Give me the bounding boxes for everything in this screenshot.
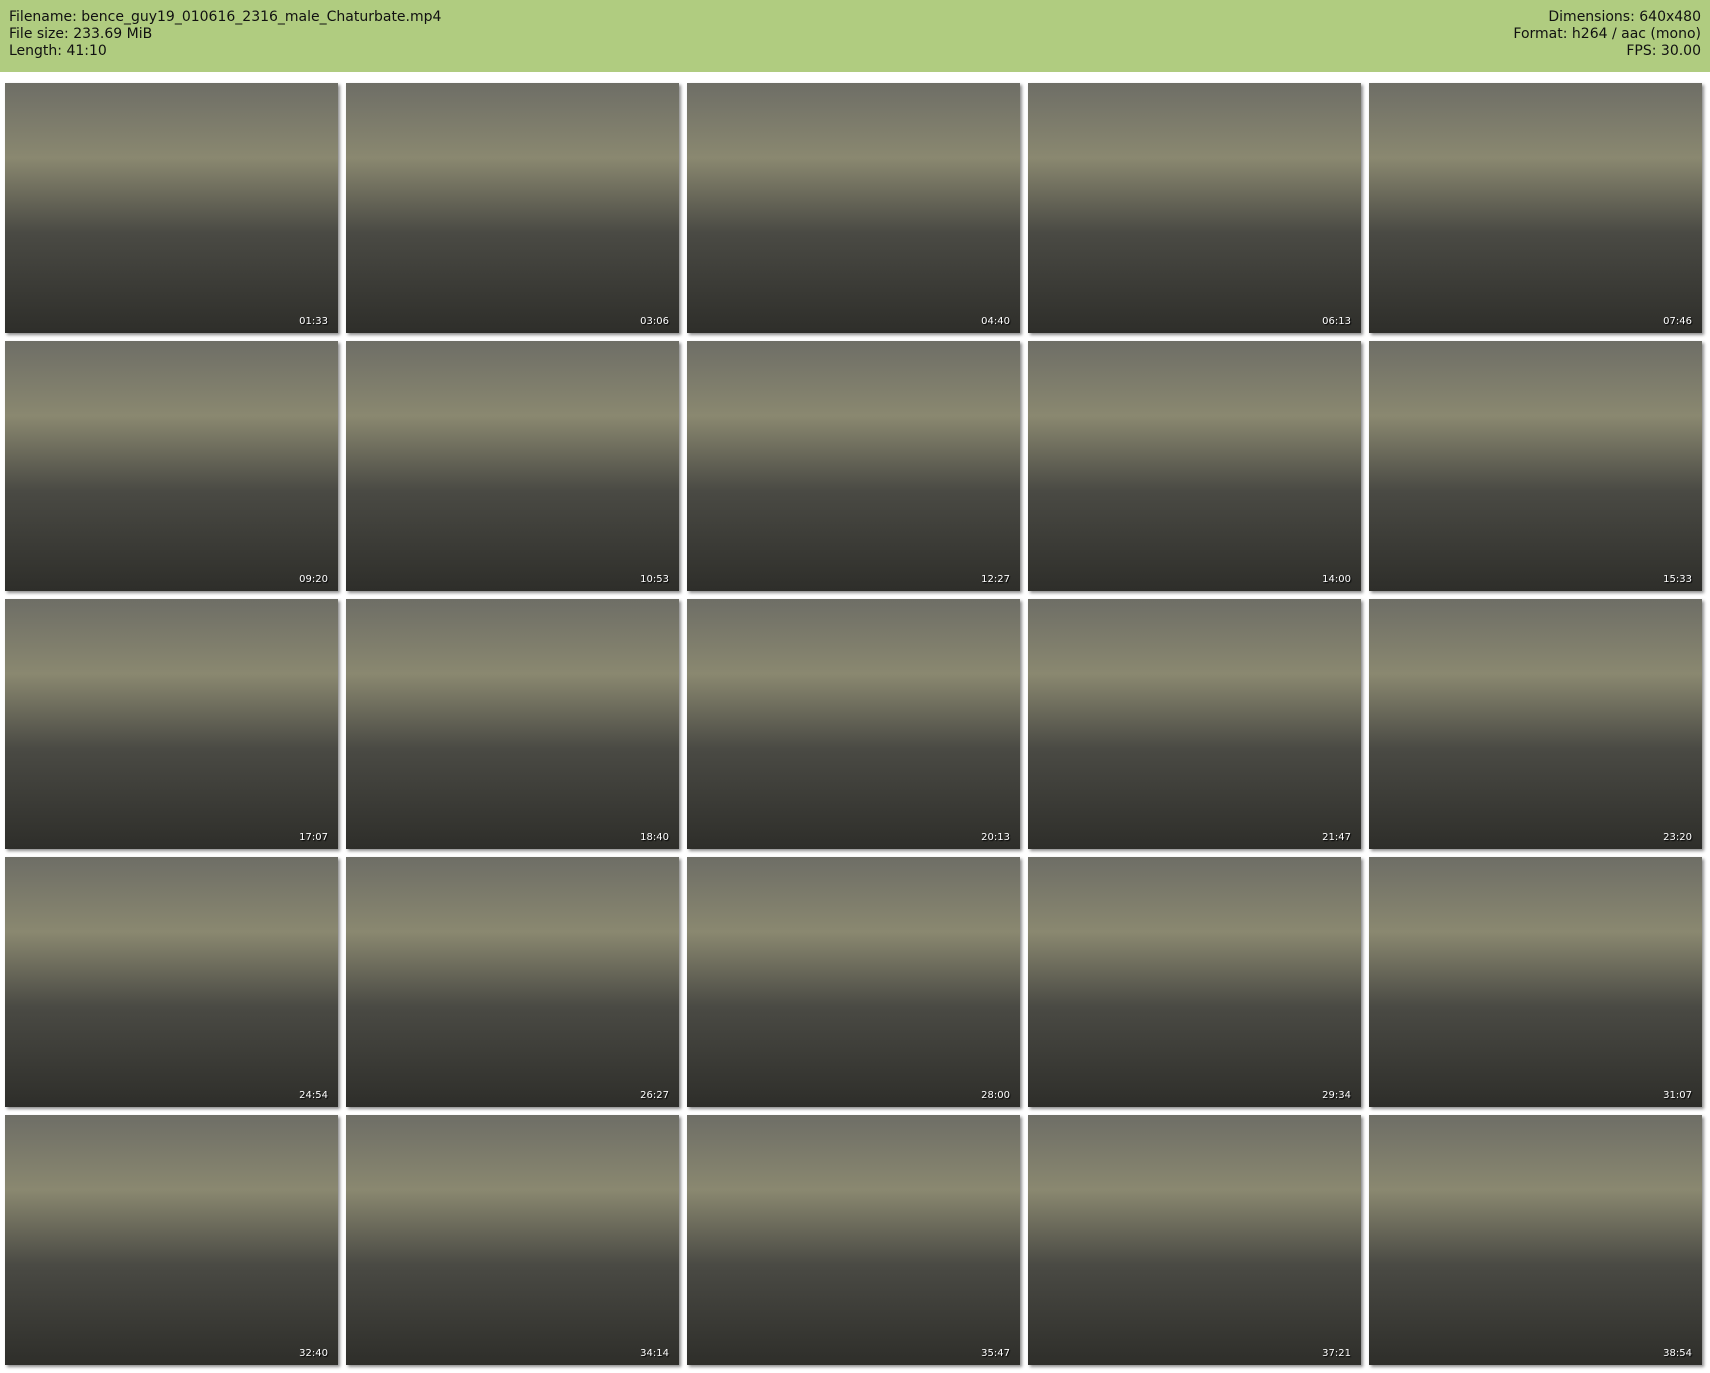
- thumbnail-timestamp: 24:54: [299, 1090, 328, 1101]
- thumbnail-timestamp: 28:00: [981, 1090, 1010, 1101]
- video-thumbnail: 10:53: [346, 341, 679, 591]
- thumbnail-timestamp: 10:53: [640, 574, 669, 585]
- video-thumbnail: 03:06: [346, 83, 679, 333]
- thumbnail-timestamp: 06:13: [1322, 316, 1351, 327]
- video-thumbnail: 07:46: [1369, 83, 1702, 333]
- video-thumbnail: 34:14: [346, 1115, 679, 1365]
- thumbnail-timestamp: 29:34: [1322, 1090, 1351, 1101]
- video-thumbnail: 06:13: [1028, 83, 1361, 333]
- video-thumbnail: 01:33: [5, 83, 338, 333]
- fps: FPS: 30.00: [1626, 43, 1701, 59]
- format: Format: h264 / aac (mono): [1513, 26, 1701, 42]
- thumbnail-timestamp: 26:27: [640, 1090, 669, 1101]
- thumbnail-timestamp: 35:47: [981, 1348, 1010, 1359]
- thumbnail-timestamp: 17:07: [299, 832, 328, 843]
- thumbnail-timestamp: 37:21: [1322, 1348, 1351, 1359]
- thumbnail-timestamp: 23:20: [1663, 832, 1692, 843]
- video-thumbnail: 23:20: [1369, 599, 1702, 849]
- length: Length: 41:10: [9, 43, 107, 59]
- video-thumbnail: 26:27: [346, 857, 679, 1107]
- video-thumbnail: 31:07: [1369, 857, 1702, 1107]
- thumbnail-timestamp: 21:47: [1322, 832, 1351, 843]
- video-thumbnail: 17:07: [5, 599, 338, 849]
- video-thumbnail: 28:00: [687, 857, 1020, 1107]
- video-thumbnail: 29:34: [1028, 857, 1361, 1107]
- thumbnail-timestamp: 34:14: [640, 1348, 669, 1359]
- filename: Filename: bence_guy19_010616_2316_male_C…: [9, 9, 442, 25]
- video-thumbnail: 09:20: [5, 341, 338, 591]
- thumbnail-timestamp: 03:06: [640, 316, 669, 327]
- video-thumbnail: 35:47: [687, 1115, 1020, 1365]
- video-thumbnail: 21:47: [1028, 599, 1361, 849]
- thumbnail-timestamp: 20:13: [981, 832, 1010, 843]
- thumbnail-timestamp: 09:20: [299, 574, 328, 585]
- file-info-left: Filename: bence_guy19_010616_2316_male_C…: [9, 9, 441, 60]
- thumbnail-timestamp: 32:40: [299, 1348, 328, 1359]
- video-thumbnail: 32:40: [5, 1115, 338, 1365]
- thumbnail-timestamp: 31:07: [1663, 1090, 1692, 1101]
- video-thumbnail: 37:21: [1028, 1115, 1361, 1365]
- video-thumbnail: 15:33: [1369, 341, 1702, 591]
- dimensions: Dimensions: 640x480: [1548, 9, 1701, 25]
- thumbnail-timestamp: 01:33: [299, 316, 328, 327]
- video-thumbnail: 04:40: [687, 83, 1020, 333]
- video-thumbnail: 14:00: [1028, 341, 1361, 591]
- video-thumbnail: 24:54: [5, 857, 338, 1107]
- video-thumbnail: 38:54: [1369, 1115, 1702, 1365]
- thumbnail-timestamp: 18:40: [640, 832, 669, 843]
- file-info-right: Dimensions: 640x480 Format: h264 / aac (…: [1513, 9, 1701, 60]
- thumbnail-grid: 01:33 03:06 04:40 06:13 07:46 09:20 10:53 12:27…: [5, 83, 1702, 1365]
- thumbnail-timestamp: 04:40: [981, 316, 1010, 327]
- thumbnail-timestamp: 07:46: [1663, 316, 1692, 327]
- video-thumbnail: 18:40: [346, 599, 679, 849]
- file-size: File size: 233.69 MiB: [9, 26, 153, 42]
- thumbnail-timestamp: 12:27: [981, 574, 1010, 585]
- thumbnail-timestamp: 14:00: [1322, 574, 1351, 585]
- video-thumbnail: 20:13: [687, 599, 1020, 849]
- info-header: Filename: bence_guy19_010616_2316_male_C…: [0, 0, 1710, 72]
- video-thumbnail: 12:27: [687, 341, 1020, 591]
- thumbnail-timestamp: 15:33: [1663, 574, 1692, 585]
- thumbnail-timestamp: 38:54: [1663, 1348, 1692, 1359]
